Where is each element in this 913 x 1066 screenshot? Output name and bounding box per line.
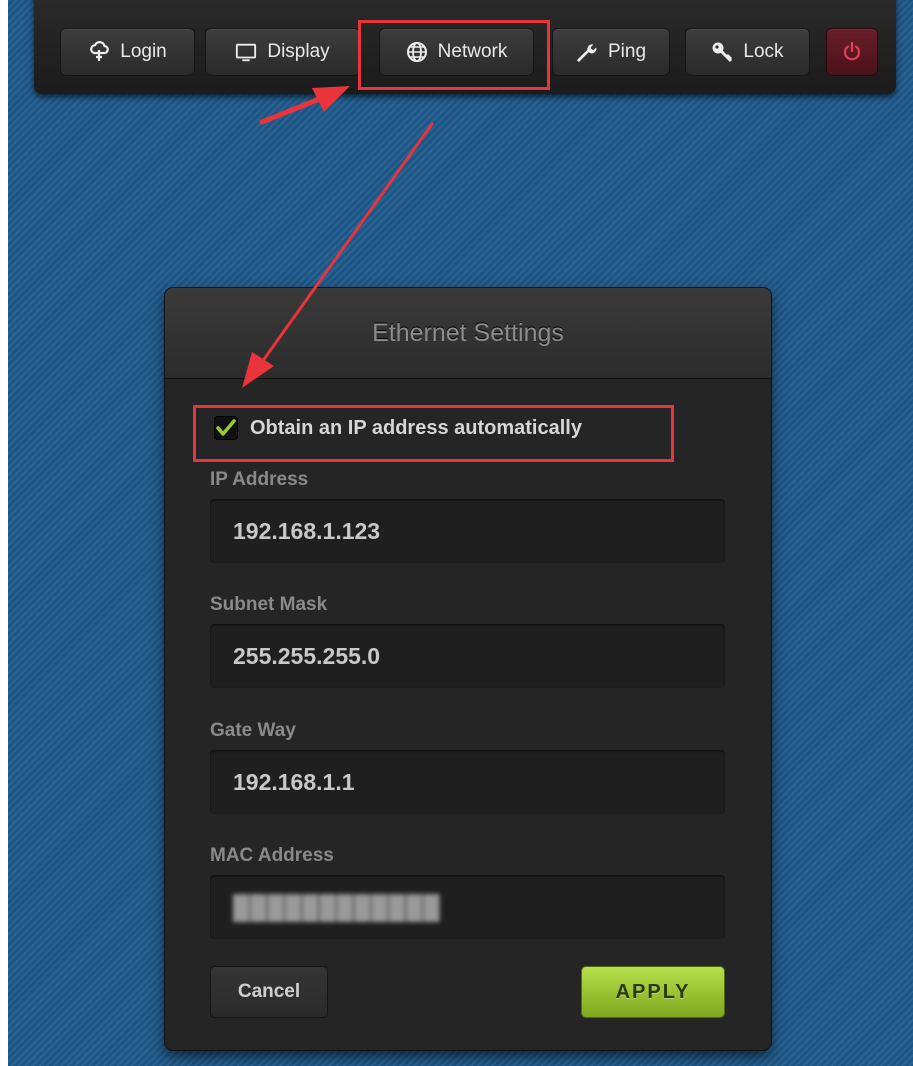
lock-label: Lock [743, 41, 784, 62]
ip-address-label: IP Address [210, 469, 309, 490]
ethernet-settings-dialog: Ethernet Settings Obtain an IP address a… [165, 288, 771, 1050]
mac-address-label: MAC Address [210, 845, 334, 866]
gateway-label: Gate Way [210, 720, 296, 741]
display-button[interactable]: Display [205, 28, 360, 76]
login-label: Login [120, 41, 167, 62]
mac-address-value: ████████████ [233, 893, 441, 920]
dialog-header: Ethernet Settings [165, 288, 771, 379]
display-label: Display [267, 41, 330, 62]
power-button[interactable] [826, 28, 878, 76]
top-toolbar: Login Display Network Ping Lock [34, 0, 896, 94]
network-button[interactable]: Network [379, 28, 534, 76]
subnet-mask-field[interactable]: 255.255.255.0 [210, 624, 725, 688]
ping-label: Ping [607, 41, 647, 62]
cloud-upload-icon [88, 41, 110, 63]
apply-button[interactable]: APPLY [581, 966, 725, 1018]
gateway-field[interactable]: 192.168.1.1 [210, 750, 725, 814]
login-button[interactable]: Login [60, 28, 195, 76]
subnet-mask-label: Subnet Mask [210, 594, 328, 615]
checkmark-icon [216, 419, 236, 436]
dhcp-checkbox-row[interactable]: Obtain an IP address automatically [214, 416, 582, 440]
monitor-icon [235, 41, 257, 63]
dialog-title: Ethernet Settings [372, 318, 564, 347]
ip-address-field[interactable]: 192.168.1.123 [210, 499, 725, 563]
cancel-button[interactable]: Cancel [210, 966, 328, 1018]
ping-button[interactable]: Ping [552, 28, 670, 76]
network-label: Network [437, 41, 508, 62]
lock-button[interactable]: Lock [685, 28, 810, 76]
dhcp-checkbox-label: Obtain an IP address automatically [250, 416, 582, 439]
wrench-icon [576, 41, 598, 63]
dhcp-checkbox[interactable] [214, 416, 238, 440]
desktop-background: Login Display Network Ping Lock Ethernet… [8, 0, 913, 1066]
power-icon [841, 41, 863, 63]
mac-address-field[interactable]: ████████████ [210, 875, 725, 939]
key-icon [711, 41, 733, 63]
globe-icon [406, 41, 428, 63]
